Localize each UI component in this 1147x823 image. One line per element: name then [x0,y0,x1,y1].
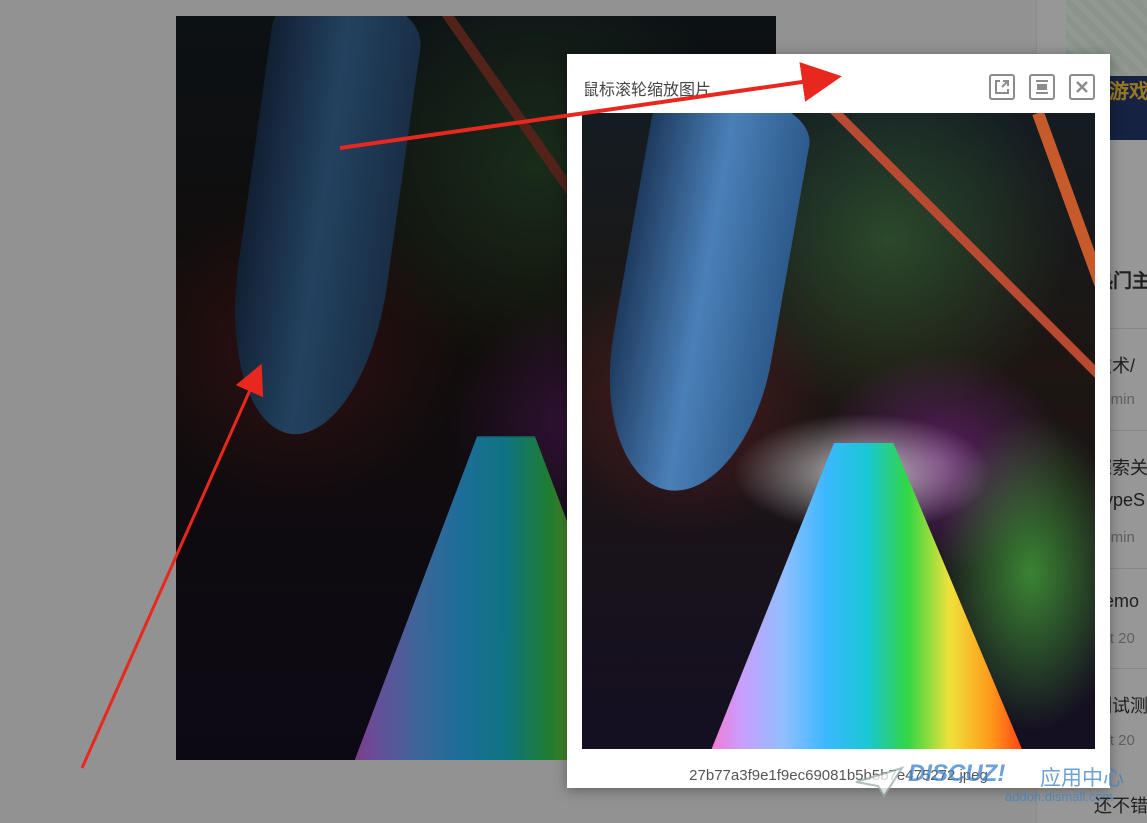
open-original-button[interactable] [989,74,1015,100]
open-original-icon [995,80,1009,94]
popup-photo[interactable] [582,113,1095,749]
watermark-brand: DISCUZ! [908,760,1006,787]
close-icon [1076,81,1088,93]
photo-tree-trunk [216,16,426,445]
watermark-center: 应用中心 [1040,767,1124,790]
paper-plane-icon [855,766,904,798]
popup-title: 鼠标滚轮缩放图片 [583,82,712,99]
fit-size-button[interactable] [1029,74,1055,100]
image-viewer-popup: 鼠标滚轮缩放图片 27b77a3f9e1f9ec69081b5b5b7e4752… [567,54,1110,788]
screen: 游戏源码 热门主 技术/ admin 探索关 TypeS admin demo … [0,0,1147,823]
fit-size-icon [1036,80,1048,94]
bottom-reply-text: 还不错 [1094,796,1147,816]
close-button[interactable] [1069,74,1095,100]
